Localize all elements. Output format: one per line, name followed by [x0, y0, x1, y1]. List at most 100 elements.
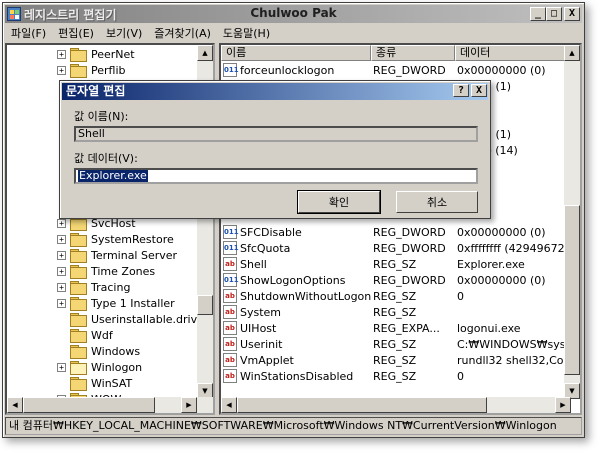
folder-icon — [70, 329, 87, 343]
tree-item-tracing[interactable]: + Tracing — [57, 279, 130, 295]
tree-item-systemrestore[interactable]: + SystemRestore — [57, 231, 174, 247]
tree-item-perflib[interactable]: + Perflib — [57, 62, 126, 78]
expand-icon[interactable]: + — [57, 49, 66, 59]
folder-icon — [70, 64, 87, 78]
expand-icon[interactable]: + — [57, 218, 66, 228]
expand-icon[interactable]: + — [57, 250, 66, 260]
value-row[interactable]: ab System REG_SZ — [223, 304, 577, 320]
value-data-input[interactable]: Explorer.exe — [74, 168, 478, 184]
tree-item-label: Perflib — [91, 63, 126, 77]
value-row[interactable]: ab WinStationsDisabled REG_SZ 0 — [223, 368, 577, 384]
column-header-type[interactable]: 종류 — [371, 45, 455, 61]
folder-icon — [70, 281, 87, 295]
value-name: forceunlocklogon — [240, 63, 335, 77]
value-type: REG_DWORD — [373, 225, 446, 239]
expand-icon[interactable]: + — [57, 266, 66, 276]
value-data: 0x00000000 (0) — [457, 273, 546, 287]
expand-icon[interactable]: + — [57, 362, 66, 372]
tree-item-userinstallable-drivers[interactable]: Userinstallable.drivers — [70, 311, 215, 327]
value-row[interactable]: ab VmApplet REG_SZ rundll32 shell32,Cor — [223, 352, 577, 368]
tree-item-label: Tracing — [91, 280, 131, 294]
value-type: REG_SZ — [373, 305, 417, 319]
expand-icon[interactable]: + — [57, 65, 66, 75]
expand-icon[interactable]: + — [57, 298, 66, 308]
registry-binary-value-icon: 011 — [223, 241, 239, 255]
list-vertical-scrollbar[interactable]: ▲ ▼ — [564, 45, 580, 399]
list-horizontal-scrollbar[interactable]: ◀ ▶ — [221, 397, 571, 413]
menu-edit[interactable]: 편집(E) — [52, 25, 100, 41]
expand-icon[interactable]: + — [57, 282, 66, 292]
open-folder-icon — [70, 361, 87, 375]
registry-string-value-icon: ab — [223, 305, 237, 319]
maximize-button[interactable]: □ — [546, 7, 562, 21]
tree-item-label: Userinstallable.drivers — [91, 312, 215, 326]
menu-bar: 파일(F) 편집(E) 보기(V) 즐겨찾기(A) 도움말(H) — [5, 24, 582, 42]
tree-item-label: Time Zones — [91, 264, 156, 278]
value-name: WinStationsDisabled — [240, 369, 354, 383]
value-name: ShowLogonOptions — [240, 273, 346, 287]
menu-help[interactable]: 도움말(H) — [217, 25, 276, 41]
list-hscroll-thumb[interactable] — [237, 397, 487, 413]
scroll-right-icon[interactable]: ▶ — [181, 397, 197, 413]
scroll-right-icon[interactable]: ▶ — [555, 397, 571, 413]
tree-item-type1-installer[interactable]: + Type 1 Installer — [57, 295, 175, 311]
registry-string-value-icon: ab — [223, 257, 237, 271]
dialog-close-button[interactable]: X — [471, 84, 487, 97]
value-row[interactable]: 011 forceunlocklogon REG_DWORD 0x00000000… — [223, 62, 577, 78]
close-button[interactable]: X — [564, 7, 580, 21]
menu-favorites[interactable]: 즐겨찾기(A) — [148, 25, 217, 41]
list-scroll-thumb[interactable] — [564, 205, 580, 375]
menu-view[interactable]: 보기(V) — [100, 25, 148, 41]
folder-icon — [70, 297, 87, 311]
title-bar[interactable]: 레지스트리 편집기 Chulwoo Pak _ □ X — [5, 5, 582, 23]
tree-item-time-zones[interactable]: + Time Zones — [57, 263, 155, 279]
value-data: 0x00000000 (0) — [457, 225, 546, 239]
value-row[interactable]: ab Userinit REG_SZ C:₩WINDOWS₩sys — [223, 336, 577, 352]
tree-scroll-thumb[interactable] — [197, 295, 213, 315]
value-name: Userinit — [240, 337, 283, 351]
tree-item-wdf[interactable]: Wdf — [70, 327, 113, 343]
column-header-data[interactable]: 데이터 — [455, 45, 575, 61]
folder-icon — [70, 233, 87, 247]
value-row[interactable]: ab Shell REG_SZ Explorer.exe — [223, 256, 577, 272]
value-name: VmApplet — [240, 353, 294, 367]
dialog-title: 문자열 편집 — [66, 84, 126, 98]
ok-button[interactable]: 확인 — [297, 190, 381, 214]
tree-item-label: SystemRestore — [91, 232, 174, 246]
tree-item-winlogon[interactable]: + Winlogon — [57, 359, 142, 375]
selected-data-text: Explorer.exe — [78, 169, 148, 182]
scroll-left-icon[interactable]: ◀ — [221, 397, 237, 413]
help-icon[interactable]: ? — [453, 84, 469, 97]
registry-binary-value-icon: 011 — [223, 63, 239, 77]
registry-string-value-icon: ab — [223, 321, 237, 335]
list-header: 이름 종류 데이터 — [221, 45, 575, 61]
scroll-left-icon[interactable]: ◀ — [7, 397, 23, 413]
value-row[interactable]: ab UIHost REG_EXPA... logonui.exe — [223, 320, 577, 336]
tree-item-label: Type 1 Installer — [91, 296, 175, 310]
registry-string-value-icon: ab — [223, 353, 237, 367]
tree-item-windows[interactable]: Windows — [70, 343, 140, 359]
tree-horizontal-scrollbar[interactable]: ◀ ▶ — [7, 397, 213, 413]
tree-item-peernet[interactable]: + PeerNet — [57, 46, 135, 62]
value-row[interactable]: 011 SFCDisable REG_DWORD 0x00000000 (0) — [223, 224, 577, 240]
value-type: REG_SZ — [373, 369, 417, 383]
tree-hscroll-thumb[interactable] — [23, 397, 155, 413]
folder-icon — [70, 377, 87, 391]
value-row[interactable]: 011 SfcQuota REG_DWORD 0xffffffff (429496… — [223, 240, 577, 256]
dialog-title-bar[interactable]: 문자열 편집 — [62, 83, 488, 100]
tree-item-terminal-server[interactable]: + Terminal Server — [57, 247, 177, 263]
minimize-button[interactable]: _ — [530, 7, 546, 21]
value-data: 0xffffffff (4294967295) — [457, 241, 577, 255]
value-row[interactable]: ab ShutdownWithoutLogon REG_SZ 0 — [223, 288, 577, 304]
scroll-up-icon[interactable]: ▲ — [564, 45, 580, 61]
menu-file[interactable]: 파일(F) — [5, 25, 52, 41]
column-header-name[interactable]: 이름 — [221, 45, 371, 61]
cancel-button[interactable]: 취소 — [396, 191, 478, 213]
folder-icon — [70, 313, 87, 327]
registry-string-value-icon: ab — [223, 289, 237, 303]
regedit-app-icon — [7, 7, 21, 21]
tree-item-winsat[interactable]: WinSAT — [70, 375, 132, 391]
value-row[interactable]: 011 ShowLogonOptions REG_DWORD 0x00000000… — [223, 272, 577, 288]
scroll-up-icon[interactable]: ▲ — [197, 45, 213, 61]
expand-icon[interactable]: + — [57, 234, 66, 244]
